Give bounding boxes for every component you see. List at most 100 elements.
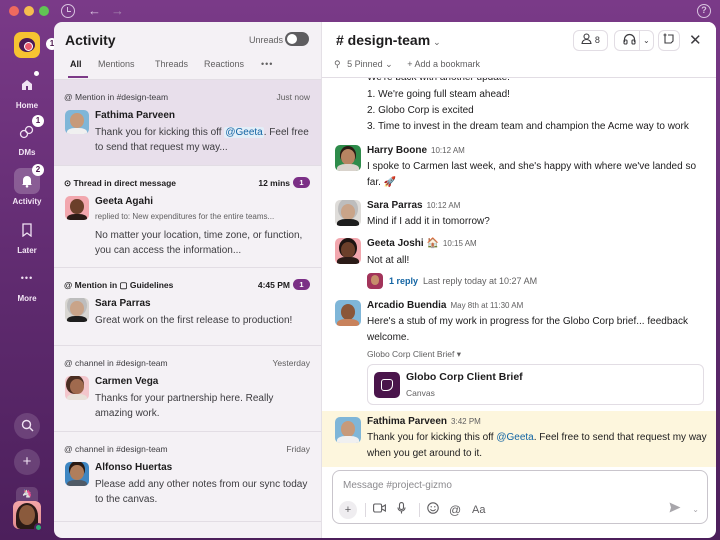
audio-clip-button[interactable] — [397, 502, 406, 519]
thread-replies-link[interactable]: 1 reply — [389, 276, 418, 286]
history-icon[interactable] — [61, 4, 75, 18]
maximize-window-button[interactable] — [39, 6, 49, 16]
send-options-chevron-icon[interactable]: ⌄ — [692, 502, 699, 518]
activity-time: Yesterday — [272, 358, 311, 368]
unreads-toggle[interactable] — [285, 32, 309, 46]
activity-sender: Alfonso Huertas — [95, 462, 173, 473]
close-icon[interactable]: ✕ — [689, 31, 702, 49]
avatar — [65, 462, 89, 486]
rail-label-later: Later — [17, 246, 37, 255]
bell-icon: 2 — [14, 164, 44, 194]
rail-item-dms[interactable]: 1 DMs — [0, 115, 54, 157]
message-input[interactable]: Message #project-gizmo — [343, 480, 452, 491]
canvas-attachment-card[interactable]: Globo Corp Client Brief Canvas — [367, 364, 704, 405]
video-icon — [373, 503, 386, 513]
attach-plus-button[interactable]: + — [339, 501, 357, 519]
message-sender[interactable]: Geeta Joshi 🏠 10:15 AM — [367, 238, 477, 249]
rail-item-more[interactable]: ••• More — [0, 265, 54, 303]
rail-item-activity[interactable]: 2 Activity — [0, 164, 54, 206]
workspace-switcher[interactable]: 1 — [14, 32, 58, 58]
microphone-icon — [397, 502, 406, 514]
add-bookmark-button[interactable]: + Add a bookmark — [407, 59, 480, 69]
pin-icon: ⚲ — [334, 59, 341, 69]
forward-arrow-icon[interactable]: → — [111, 3, 124, 19]
emoji-button[interactable] — [427, 502, 439, 519]
back-arrow-icon[interactable]: ← — [88, 3, 101, 19]
message-sender[interactable]: Fathima Parveen 3:42 PM — [367, 416, 481, 427]
title-bar: ← → ? — [0, 0, 720, 22]
activity-time: Just now — [276, 92, 310, 102]
channel-name-button[interactable]: # design-team ⌄ — [336, 32, 441, 48]
plus-icon: + — [22, 453, 32, 470]
activity-sender: Fathima Parveen — [95, 110, 176, 121]
add-button[interactable]: + — [14, 449, 40, 475]
dms-icon: 1 — [14, 115, 44, 145]
user-mention[interactable]: @Geeta — [224, 127, 264, 138]
message-list: We're back with another update! 1. We're… — [322, 78, 716, 478]
activity-header: Activity Unreads All Mentions Threads Re… — [54, 22, 321, 80]
video-clip-button[interactable] — [373, 502, 386, 518]
huddle-button[interactable]: ⌄ — [614, 30, 654, 51]
mention-button[interactable]: @ — [449, 502, 461, 518]
dms-badge: 1 — [32, 115, 44, 127]
message-sender[interactable]: Sara Parras 10:12 AM — [367, 200, 460, 211]
message-sender[interactable]: Arcadio Buendia May 8th at 11:30 AM — [367, 300, 523, 311]
chevron-down-icon: ⌄ — [433, 37, 441, 47]
message-line: We're back with another update! — [367, 78, 510, 83]
activity-context: @ channel in #design-team — [64, 444, 168, 454]
unread-badge: 1 — [293, 279, 310, 290]
avatar — [65, 298, 89, 322]
channel-header: # design-team ⌄ 8 ⌄ ✕ ⚲ 5 Pinned ⌄ + Add … — [322, 22, 716, 78]
workspace-rail: 1 Home 1 DMs 2 Activity Later ••• More +… — [0, 22, 58, 540]
rail-item-home[interactable]: Home — [0, 71, 54, 110]
message-line: 3. Time to invest in the dream team and … — [367, 121, 689, 132]
tab-mentions[interactable]: Mentions — [98, 59, 135, 77]
headphones-icon — [622, 33, 636, 45]
message-text: Not at all! — [367, 255, 410, 266]
activity-item[interactable]: @ channel in #design-team Yesterday Carm… — [54, 346, 321, 432]
canvas-button[interactable] — [658, 30, 680, 51]
activity-time: 4:45 PM — [257, 280, 290, 290]
tab-all[interactable]: All — [68, 59, 87, 78]
pinned-button[interactable]: 5 Pinned ⌄ — [347, 59, 393, 69]
activity-item[interactable]: @ channel in #design-team Friday Alfonso… — [54, 432, 321, 522]
message-timestamp[interactable]: 10:12 AM — [431, 146, 465, 155]
activity-title: Activity — [65, 32, 116, 48]
send-button[interactable] — [669, 502, 681, 518]
message-timestamp[interactable]: 10:15 AM — [443, 239, 477, 248]
attachment-toggle[interactable]: Globo Corp Client Brief ▾ — [367, 349, 461, 360]
status-emoji: 🦄 — [16, 487, 38, 501]
activity-item[interactable]: ⊙ Thread in direct message 12 mins 1 Gee… — [54, 166, 321, 268]
divider — [365, 503, 366, 517]
activity-item[interactable]: @ Mention in ▢ Guidelines 4:45 PM 1 Sara… — [54, 268, 321, 346]
message-composer[interactable]: Message #project-gizmo + @ Aa ⌄ — [332, 470, 708, 524]
activity-preview: Please add any other notes from our sync… — [95, 479, 308, 505]
search-button[interactable] — [14, 413, 40, 439]
message-timestamp[interactable]: 3:42 PM — [451, 417, 481, 426]
message-sender[interactable]: Harry Boone 10:12 AM — [367, 145, 465, 156]
close-window-button[interactable] — [9, 6, 19, 16]
activity-sender: Carmen Vega — [95, 376, 159, 387]
divider — [419, 503, 420, 517]
activity-item[interactable]: @ Mention in #design-team Just now Fathi… — [54, 80, 321, 166]
online-status-indicator — [34, 523, 43, 532]
formatting-button[interactable]: Aa — [472, 502, 485, 518]
minimize-window-button[interactable] — [24, 6, 34, 16]
tab-threads[interactable]: Threads — [155, 59, 188, 77]
message-line: 2. Globo Corp is excited — [367, 105, 474, 116]
canvas-icon — [374, 372, 400, 398]
help-icon[interactable]: ? — [697, 4, 711, 18]
user-mention[interactable]: @Geeta — [496, 432, 533, 443]
activity-sender: Sara Parras — [95, 298, 151, 309]
members-button[interactable]: 8 — [573, 30, 608, 51]
rail-item-later[interactable]: Later — [0, 217, 54, 255]
huddle-options-chevron-icon[interactable]: ⌄ — [643, 31, 650, 50]
tabs-more-button[interactable]: ••• — [261, 59, 273, 77]
avatar — [335, 200, 361, 226]
message-timestamp[interactable]: 10:12 AM — [427, 201, 461, 210]
user-profile-button[interactable]: 🦄 — [13, 487, 43, 533]
tab-reactions[interactable]: Reactions — [204, 59, 244, 77]
message-timestamp[interactable]: May 8th at 11:30 AM — [450, 301, 523, 310]
avatar — [65, 376, 89, 400]
activity-reply-context: replied to: New expenditures for the ent… — [95, 212, 275, 221]
